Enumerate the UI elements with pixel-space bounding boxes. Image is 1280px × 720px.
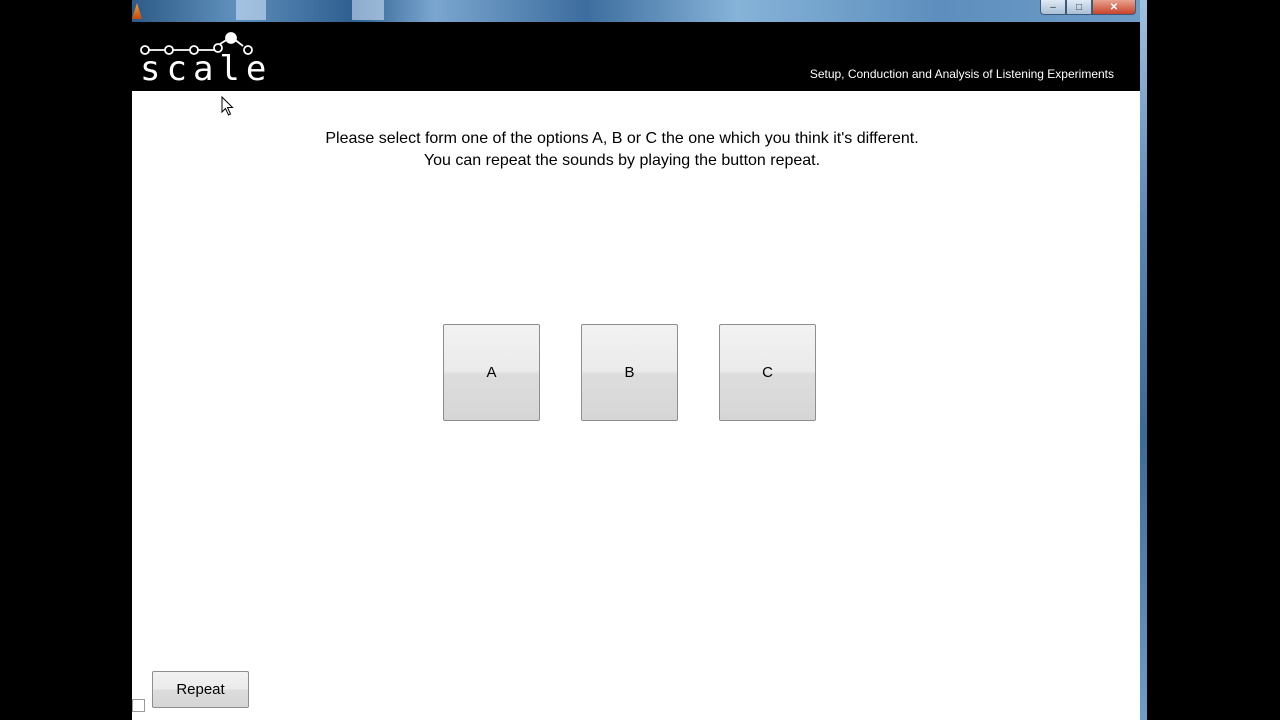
logo-text: scale [140,49,270,89]
maximize-icon[interactable]: □ [1066,0,1092,15]
letterbox-right [1147,0,1280,720]
scale-logo: scale [140,32,270,89]
minimize-icon[interactable]: – [1040,0,1066,15]
app-header: scale Setup, Conduction and Analysis of … [132,22,1140,91]
matlab-app-icon [132,3,142,19]
titlebar-glass-highlight [352,0,384,20]
corner-checkbox[interactable] [132,699,145,712]
letterbox-left [0,0,132,720]
close-icon[interactable]: ✕ [1092,0,1136,15]
app-tagline: Setup, Conduction and Analysis of Listen… [809,67,1114,81]
experiment-panel: Please select form one of the options A,… [132,91,1140,720]
repeat-button[interactable]: Repeat [152,671,249,708]
instruction-line-2: You can repeat the sounds by playing the… [423,152,821,169]
window-frame-right [1140,0,1147,720]
option-a-button[interactable]: A [443,324,540,421]
titlebar-glass-highlight [236,0,266,20]
instruction-line-1: Please select form one of the options A,… [325,130,919,147]
instructions: Please select form one of the options A,… [132,128,1112,172]
window-controls: – □ ✕ [1040,0,1136,15]
mouse-pointer-icon [221,96,234,116]
option-c-button[interactable]: C [719,324,816,421]
window-titlebar[interactable]: – □ ✕ [132,0,1140,22]
option-b-button[interactable]: B [581,324,678,421]
